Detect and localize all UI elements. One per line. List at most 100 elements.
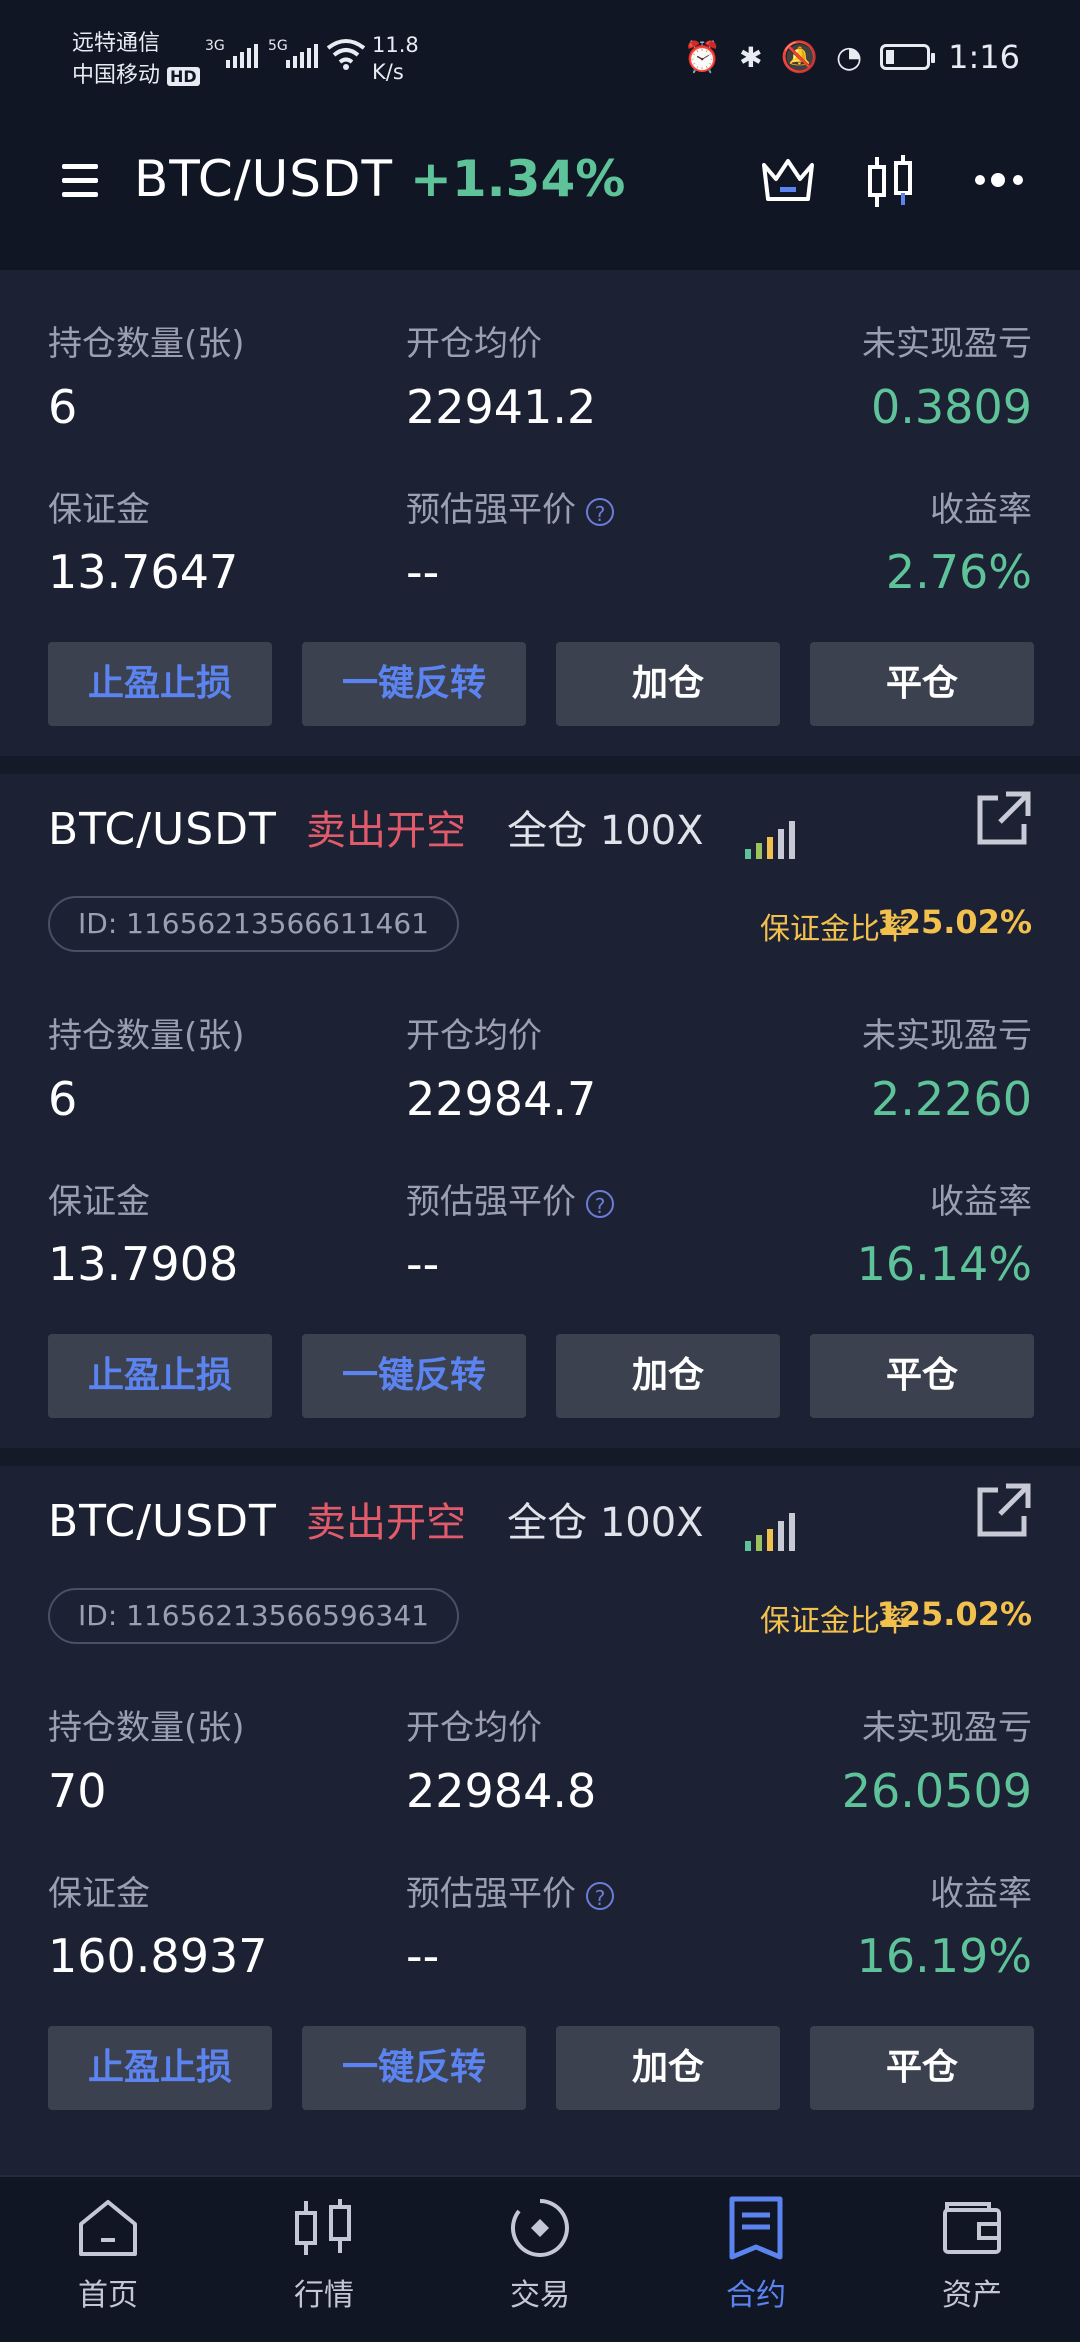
candlestick-icon [244, 2192, 404, 2264]
avg-price-label: 开仓均价 [406, 324, 542, 364]
roi-label: 收益率 [930, 1874, 1032, 1914]
position-symbol[interactable]: BTC/USDT [48, 1496, 277, 1547]
nav-home[interactable]: 首页 [28, 2192, 188, 2314]
qty-value: 6 [48, 1072, 78, 1126]
position-id[interactable]: ID: 11656213566611461 [48, 896, 459, 952]
liq-price-label: 预估强平价? [406, 1174, 614, 1223]
avg-price-label: 开仓均价 [406, 1708, 542, 1748]
help-icon[interactable]: ? [586, 1881, 614, 1910]
qty-value: 70 [48, 1764, 107, 1818]
price-change: +1.34% [410, 150, 626, 208]
carrier-info: 远特通信 中国移动 HD [72, 28, 200, 93]
unrealized-value: 26.0509 [841, 1764, 1032, 1818]
speed-value: 11.8 [372, 33, 419, 57]
divider [0, 1448, 1080, 1466]
alarm-icon: ⏰ [683, 39, 722, 75]
help-icon[interactable]: ? [586, 497, 614, 526]
risk-level-icon [744, 1512, 795, 1551]
divider [0, 756, 1080, 774]
margin-value: 160.8937 [48, 1929, 268, 1983]
close-position-button[interactable]: 平仓 [810, 642, 1034, 726]
wallet-icon [892, 2192, 1052, 2264]
share-icon[interactable] [976, 790, 1032, 850]
carrier-2: 中国移动 [72, 63, 161, 88]
nav-contract[interactable]: 合约 [676, 2192, 836, 2314]
avg-price-value: 22941.2 [406, 380, 597, 434]
signal-5g-label: 5G [268, 38, 288, 54]
liq-price-label: 预估强平价? [406, 1866, 614, 1915]
unrealized-label: 未实现盈亏 [862, 1016, 1032, 1056]
unrealized-value: 0.3809 [871, 380, 1032, 434]
close-position-button[interactable]: 平仓 [810, 2026, 1034, 2110]
network-speed: 11.8 K/s [372, 32, 419, 86]
nav-market-label: 行情 [294, 2278, 354, 2313]
nav-assets-label: 资产 [942, 2278, 1002, 2313]
margin-label: 保证金 [48, 1874, 150, 1914]
close-position-button[interactable]: 平仓 [810, 1334, 1034, 1418]
nav-trade-label: 交易 [510, 2278, 570, 2313]
risk-level-icon [744, 820, 795, 859]
nav-home-label: 首页 [78, 2278, 138, 2313]
add-position-button[interactable]: 加仓 [556, 1334, 780, 1418]
roi-label: 收益率 [930, 1182, 1032, 1222]
margin-label: 保证金 [48, 490, 150, 530]
reverse-button[interactable]: 一键反转 [302, 2026, 526, 2110]
share-icon[interactable] [976, 1482, 1032, 1542]
liq-price-text: 预估强平价 [406, 1874, 576, 1914]
position-header: BTC/USDT 卖出开空 全仓 100X [48, 1490, 795, 1551]
position-mode: 全仓 100X [507, 808, 704, 854]
liq-price-value: -- [406, 1929, 440, 1983]
reverse-button[interactable]: 一键反转 [302, 1334, 526, 1418]
speed-unit: K/s [372, 60, 404, 84]
roi-label: 收益率 [930, 490, 1032, 530]
bluetooth-icon: ✱ [739, 40, 763, 74]
unrealized-label: 未实现盈亏 [862, 1708, 1032, 1748]
nav-assets[interactable]: 资产 [892, 2192, 1052, 2314]
nav-contract-label: 合约 [726, 2278, 786, 2313]
margin-ratio-value: 125.02% [876, 903, 1032, 941]
tp-sl-button[interactable]: 止盈止损 [48, 1334, 272, 1418]
speedometer-icon: ◔ [835, 39, 863, 75]
roi-value: 16.14% [856, 1237, 1032, 1291]
position-id[interactable]: ID: 11656213566596341 [48, 1588, 459, 1644]
carrier-1: 远特通信 [72, 31, 161, 56]
qty-label: 持仓数量(张) [48, 1016, 245, 1056]
contract-doc-icon [676, 2192, 836, 2264]
qty-label: 持仓数量(张) [48, 324, 245, 364]
home-icon [28, 2192, 188, 2264]
liq-price-value: -- [406, 1237, 440, 1291]
nav-trade[interactable]: 交易 [460, 2192, 620, 2314]
status-icons: ⏰ ✱ 🔕 ◔ 1:16 [684, 38, 1020, 76]
position-mode: 全仓 100X [507, 1500, 704, 1546]
avg-price-value: 22984.7 [406, 1072, 597, 1126]
signal-bars-icon [226, 44, 258, 68]
signal-3g-label: 3G [205, 38, 225, 54]
add-position-button[interactable]: 加仓 [556, 2026, 780, 2110]
reverse-button[interactable]: 一键反转 [302, 642, 526, 726]
liq-price-text: 预估强平价 [406, 1182, 576, 1222]
candlestick-icon[interactable] [866, 155, 916, 213]
help-icon[interactable]: ? [586, 1189, 614, 1218]
unrealized-value: 2.2260 [871, 1072, 1032, 1126]
margin-ratio-value: 125.02% [876, 1595, 1032, 1633]
tp-sl-button[interactable]: 止盈止损 [48, 642, 272, 726]
margin-value: 13.7647 [48, 545, 239, 599]
roi-value: 2.76% [885, 545, 1032, 599]
hd-badge: HD [167, 67, 200, 86]
position-symbol[interactable]: BTC/USDT [48, 804, 277, 855]
crown-icon[interactable] [760, 155, 816, 209]
add-position-button[interactable]: 加仓 [556, 642, 780, 726]
nav-market[interactable]: 行情 [244, 2192, 404, 2314]
qty-label: 持仓数量(张) [48, 1708, 245, 1748]
qty-value: 6 [48, 380, 78, 434]
avg-price-label: 开仓均价 [406, 1016, 542, 1056]
margin-value: 13.7908 [48, 1237, 239, 1291]
menu-icon[interactable] [52, 162, 102, 202]
roi-value: 16.19% [856, 1929, 1032, 1983]
battery-icon [880, 44, 936, 70]
tp-sl-button[interactable]: 止盈止损 [48, 2026, 272, 2110]
clock: 1:16 [948, 38, 1020, 76]
more-icon[interactable] [972, 165, 1028, 199]
liq-price-label: 预估强平价? [406, 482, 614, 531]
pair-title[interactable]: BTC/USDT [134, 150, 393, 208]
